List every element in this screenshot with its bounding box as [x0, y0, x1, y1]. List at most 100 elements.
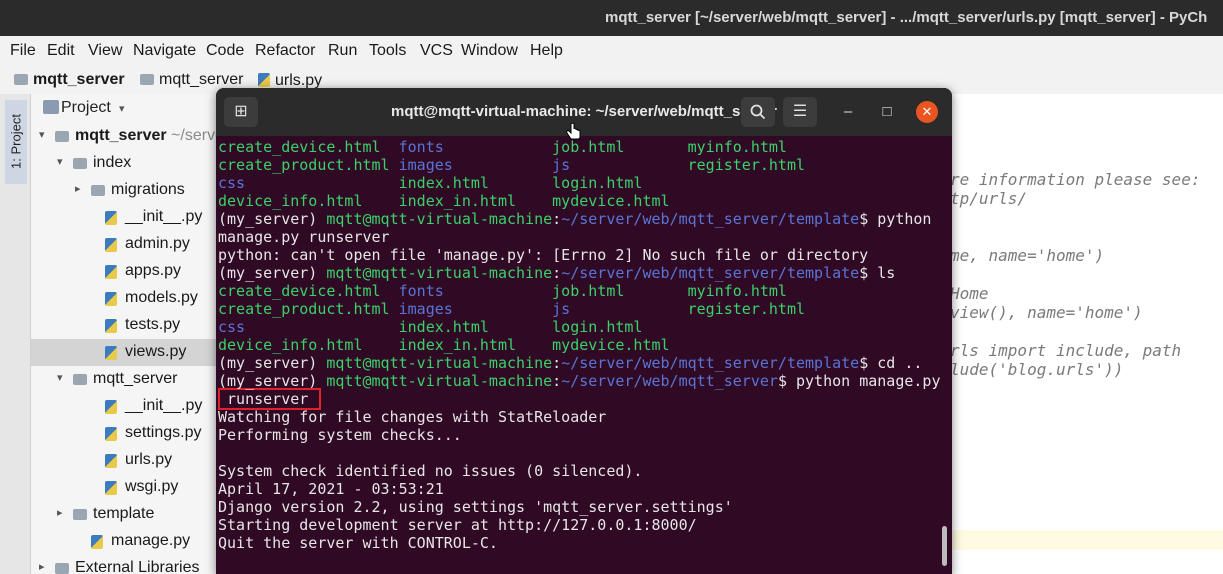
terminal-text: mqtt@mqtt-virtual-machine — [326, 264, 553, 282]
terminal-text: $ ls — [859, 264, 896, 282]
tree-item[interactable]: settings.py — [31, 420, 221, 447]
python-file-icon — [105, 238, 117, 252]
terminal-header-bar[interactable]: ⊞ mqtt@mqtt-virtual-machine: ~/server/we… — [216, 88, 952, 136]
tree-item[interactable]: models.py — [31, 285, 221, 312]
tree-item[interactable]: __init__.py — [31, 204, 221, 231]
tree-item-label: apps.py — [125, 262, 182, 279]
chevron-down-icon[interactable]: ▾ — [57, 155, 63, 168]
terminal-text: : — [552, 210, 562, 228]
chevron-right-icon[interactable]: ▸ — [57, 506, 63, 519]
terminal-text: (my_server) — [218, 264, 327, 282]
python-file-icon — [258, 73, 270, 87]
terminal-text: mydevice.html — [552, 192, 670, 210]
terminal-text: create_product.html — [218, 300, 399, 318]
terminal-text: create_device.html — [218, 138, 399, 156]
terminal-text: register.html — [687, 300, 806, 318]
menu-vcs[interactable]: VCS — [420, 42, 453, 60]
python-file-icon — [105, 265, 117, 279]
terminal-text: index_in.html — [398, 192, 553, 210]
terminal-line: Starting development server at http://12… — [218, 516, 697, 534]
menu-bar: File Edit View Navigate Code Refactor Ru… — [0, 36, 1223, 66]
terminal-line: Django version 2.2, using settings 'mqtt… — [218, 498, 733, 516]
menu-refactor[interactable]: Refactor — [255, 42, 315, 60]
menu-file[interactable]: File — [10, 42, 36, 60]
folder-icon — [140, 74, 154, 85]
terminal-window[interactable]: ⊞ mqtt@mqtt-virtual-machine: ~/server/we… — [216, 88, 952, 574]
folder-icon — [73, 158, 87, 169]
minimize-button[interactable]: – — [837, 101, 859, 123]
tree-item[interactable]: ▾ mqtt_server ~/serve — [31, 123, 221, 150]
tree-item[interactable]: ▸ template — [31, 501, 221, 528]
close-button[interactable]: ✕ — [916, 101, 938, 123]
editor-code-lines: re information please see: tp/urls/me, na… — [950, 170, 1223, 430]
terminal-line: (my_server) mqtt@mqtt-virtual-machine:~/… — [218, 354, 922, 372]
terminal-text: python: can't open file 'manage.py': [Er… — [218, 246, 869, 264]
tree-item[interactable]: __init__.py — [31, 393, 221, 420]
menu-window[interactable]: Window — [461, 42, 518, 60]
tree-item-label: __init__.py — [125, 397, 203, 414]
breadcrumb-module[interactable]: mqtt_server — [140, 71, 243, 89]
tree-item[interactable]: urls.py — [31, 447, 221, 474]
terminal-line: create_device.html fonts job.html myinfo… — [218, 282, 787, 300]
chevron-right-icon[interactable]: ▸ — [39, 560, 45, 573]
menu-navigate[interactable]: Navigate — [133, 42, 196, 60]
menu-help[interactable]: Help — [530, 42, 563, 60]
terminal-text: (my_server) — [218, 372, 327, 390]
tree-item[interactable]: tests.py — [31, 312, 221, 339]
terminal-line: css index.html login.html — [218, 174, 642, 192]
menu-run[interactable]: Run — [328, 42, 357, 60]
terminal-text: register.html — [687, 156, 806, 174]
code-line: tp/urls/ — [950, 189, 1028, 208]
menu-code[interactable]: Code — [206, 42, 244, 60]
tree-item[interactable]: ▾ mqtt_server — [31, 366, 221, 393]
terminal-text: Django version 2.2, using settings 'mqtt… — [218, 498, 733, 516]
folder-icon — [73, 509, 87, 520]
tree-item[interactable]: ▸ migrations — [31, 177, 221, 204]
terminal-line: create_product.html images js register.h… — [218, 156, 805, 174]
terminal-text: mydevice.html — [552, 336, 670, 354]
chevron-down-icon[interactable]: ▾ — [57, 371, 63, 384]
terminal-text: $ python manage.py — [777, 372, 941, 390]
search-button[interactable] — [741, 97, 775, 127]
project-panel-header[interactable]: Project ▾ — [31, 96, 221, 122]
tree-item-label: migrations — [111, 181, 185, 198]
tree-item-label: urls.py — [125, 451, 173, 468]
tree-item-label: __init__.py — [125, 208, 203, 225]
tree-item[interactable]: views.py — [31, 339, 221, 366]
terminal-scrollbar[interactable] — [942, 526, 947, 566]
tree-item-label: manage.py — [111, 532, 191, 549]
tree-item[interactable]: manage.py — [31, 528, 221, 555]
code-line: re information please see: — [950, 170, 1201, 189]
chevron-down-icon[interactable]: ▾ — [39, 128, 45, 141]
tree-item-label: mqtt_server — [93, 370, 178, 387]
terminal-text: js — [552, 156, 688, 174]
tree-item[interactable]: ▾ index — [31, 150, 221, 177]
tree-item-label: template — [93, 505, 155, 522]
terminal-text: device_info.html — [218, 192, 399, 210]
tree-item[interactable]: admin.py — [31, 231, 221, 258]
python-file-icon — [91, 535, 103, 549]
breadcrumb-project[interactable]: mqtt_server — [14, 71, 125, 89]
terminal-text: create_device.html — [218, 282, 399, 300]
menu-view[interactable]: View — [88, 42, 122, 60]
terminal-text: (my_server) — [218, 354, 327, 372]
project-tool-tab[interactable]: 1: Project — [5, 100, 27, 184]
folder-icon — [14, 74, 28, 85]
tree-item[interactable]: apps.py — [31, 258, 221, 285]
menu-edit[interactable]: Edit — [47, 42, 75, 60]
hamburger-menu-button[interactable]: ☰ — [783, 97, 817, 127]
terminal-text: index_in.html — [398, 336, 553, 354]
terminal-line: System check identified no issues (0 sil… — [218, 462, 642, 480]
menu-tools[interactable]: Tools — [369, 42, 406, 60]
chevron-right-icon[interactable]: ▸ — [75, 182, 81, 195]
terminal-text: System check identified no issues (0 sil… — [218, 462, 643, 480]
project-view-icon — [43, 100, 59, 114]
chevron-down-icon[interactable]: ▾ — [119, 102, 125, 115]
terminal-line: (my_server) mqtt@mqtt-virtual-machine:~/… — [218, 372, 941, 390]
tree-item[interactable]: ▸ External Libraries — [31, 555, 221, 574]
terminal-text: ~/server/web/mqtt_server/template — [561, 264, 860, 282]
terminal-output[interactable]: create_device.html fonts job.html myinfo… — [218, 138, 941, 574]
terminal-text: Quit the server with CONTROL-C. — [218, 534, 498, 552]
tree-item[interactable]: wsgi.py — [31, 474, 221, 501]
maximize-button[interactable]: □ — [876, 101, 898, 123]
